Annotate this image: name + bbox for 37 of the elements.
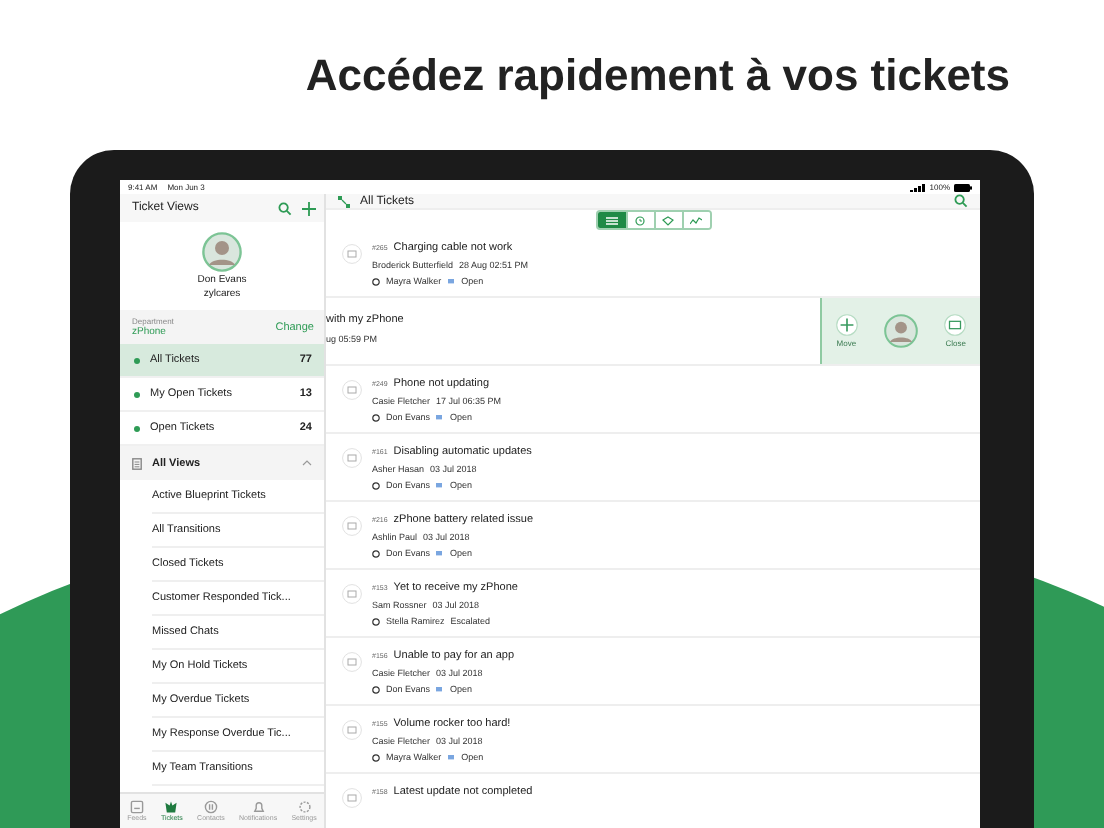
agent-icon [372,413,380,421]
agent-icon [372,481,380,489]
view-mode-button[interactable] [681,212,709,228]
avatar-icon [202,232,242,272]
settings-icon [297,800,312,814]
channel-icon [342,244,362,264]
channel-icon [342,516,362,536]
channel-icon [342,380,362,400]
agent-icon [372,617,380,625]
diamond-icon [662,215,674,225]
agent-icon [372,277,380,285]
view-mode-button[interactable] [597,212,625,228]
chart-line-icon [690,215,702,225]
add-icon[interactable] [302,201,316,215]
avatar-icon [883,314,918,348]
document-icon [132,457,142,469]
channel-icon [342,448,362,468]
battery-icon [954,183,972,191]
channel-icon [342,788,362,808]
expand-icon[interactable] [338,195,350,207]
search-icon[interactable] [278,201,292,215]
search-icon[interactable] [954,194,968,208]
agent-icon [372,753,380,761]
agent-icon [372,549,380,557]
crown-icon [164,800,179,814]
clock-icon [634,215,646,225]
chevron-icon [302,460,312,466]
channel-icon [342,584,362,604]
bell-icon [251,800,266,814]
contact-icon [203,800,218,814]
headline: Accédez rapidement à vos tickets [305,49,1010,101]
channel-icon [342,720,362,740]
calendar-icon [129,800,144,814]
signal-icon [909,183,926,191]
agent-icon [372,685,380,693]
channel-icon [342,652,362,672]
list-icon [605,215,617,225]
